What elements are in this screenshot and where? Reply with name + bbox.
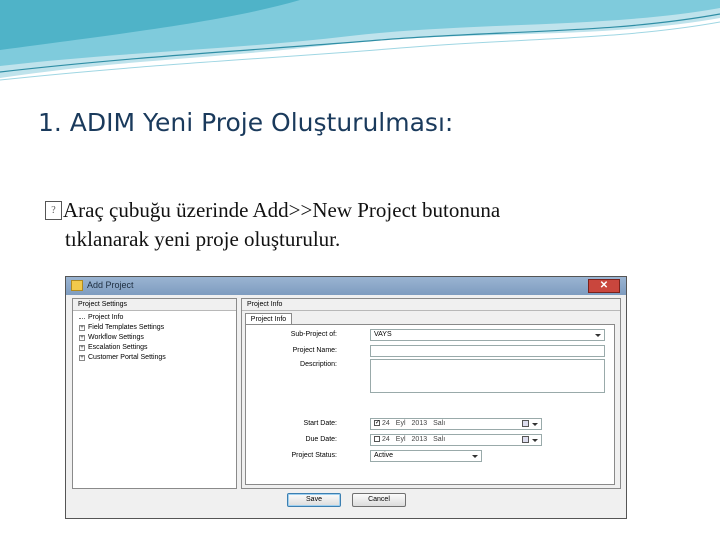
add-project-dialog: Add Project ✕ Project Settings Project I… — [65, 276, 627, 519]
sub-project-value: VAYS — [374, 331, 392, 338]
tree-item-label: Field Templates Settings — [88, 324, 165, 331]
bullet-line-2: tıklanarak yeni proje oluşturulur. — [65, 227, 341, 251]
chevron-down-icon[interactable] — [532, 423, 538, 426]
project-info-header: Project Info — [242, 299, 620, 311]
start-date-label: Start Date: — [303, 420, 337, 427]
due-date-picker[interactable]: 24 Eyl 2013 Salı — [370, 434, 542, 446]
expand-icon[interactable]: + — [79, 345, 85, 351]
sub-project-dropdown[interactable]: VAYS — [370, 329, 605, 341]
expand-icon[interactable]: + — [79, 325, 85, 331]
due-day: 24 — [382, 436, 390, 443]
start-date-picker[interactable]: ✓ 24 Eyl 2013 Salı — [370, 418, 542, 430]
chevron-down-icon — [472, 455, 478, 458]
sub-project-label: Sub-Project of: — [290, 331, 337, 338]
start-year: 2013 — [411, 420, 428, 427]
tree-item-field-templates[interactable]: + Field Templates Settings — [79, 323, 236, 333]
folder-icon — [71, 280, 83, 291]
bullet-line-1: Araç çubuğu üzerinde Add>>New Project bu… — [63, 198, 501, 222]
tree-item-workflow[interactable]: + Workflow Settings — [79, 333, 236, 343]
tree-item-label: Escalation Settings — [88, 344, 148, 351]
slide-decoration — [0, 0, 720, 81]
start-day: 24 — [382, 420, 390, 427]
cancel-button[interactable]: Cancel — [352, 493, 406, 507]
project-name-input[interactable] — [370, 345, 605, 357]
tab-project-info[interactable]: Project Info — [245, 313, 292, 324]
bullet-marker-icon: ? — [45, 201, 62, 220]
project-settings-header: Project Settings — [73, 299, 236, 311]
due-date-label: Due Date: — [305, 436, 337, 443]
tree-item-customer-portal[interactable]: + Customer Portal Settings — [79, 353, 236, 363]
start-month: Eyl — [395, 420, 406, 427]
chevron-down-icon[interactable] — [532, 439, 538, 442]
project-info-panel: Project Info Project Info Sub-Project of… — [241, 298, 621, 489]
expand-icon[interactable]: + — [79, 335, 85, 341]
due-date-checkbox[interactable] — [374, 436, 380, 443]
due-weekday: Salı — [433, 436, 446, 443]
description-textarea[interactable] — [370, 359, 605, 393]
chevron-down-icon — [595, 334, 601, 337]
save-button[interactable]: Save — [287, 493, 341, 507]
settings-tree: Project Info + Field Templates Settings +… — [73, 311, 236, 363]
tree-item-label: Customer Portal Settings — [88, 354, 166, 361]
slide-title: 1. ADIM Yeni Proje Oluşturulması: — [38, 108, 454, 137]
tree-item-project-info[interactable]: Project Info — [79, 313, 236, 323]
project-status-value: Active — [374, 452, 394, 459]
calendar-icon[interactable] — [522, 436, 529, 443]
expand-icon[interactable]: + — [79, 355, 85, 361]
description-label: Description: — [300, 361, 337, 368]
start-date-checkbox[interactable]: ✓ — [374, 420, 380, 427]
tree-connector-icon — [79, 317, 85, 319]
project-info-form: Sub-Project of: VAYS Project Name: Descr… — [245, 324, 615, 485]
project-status-label: Project Status: — [291, 452, 337, 459]
tree-item-escalation[interactable]: + Escalation Settings — [79, 343, 236, 353]
start-weekday: Salı — [433, 420, 446, 427]
bullet-paragraph: ? Araç çubuğu üzerinde Add>>New Project … — [45, 196, 688, 254]
project-status-dropdown[interactable]: Active — [370, 450, 482, 462]
project-name-label: Project Name: — [292, 347, 337, 354]
tree-item-label: Project Info — [88, 314, 124, 321]
close-button[interactable]: ✕ — [588, 279, 620, 293]
due-month: Eyl — [395, 436, 406, 443]
dialog-titlebar: Add Project ✕ — [66, 277, 626, 295]
tree-item-label: Workflow Settings — [88, 334, 144, 341]
project-settings-panel: Project Settings Project Info + Field Tem… — [72, 298, 237, 489]
calendar-icon[interactable] — [522, 420, 529, 427]
due-year: 2013 — [411, 436, 428, 443]
dialog-title: Add Project — [87, 280, 134, 290]
